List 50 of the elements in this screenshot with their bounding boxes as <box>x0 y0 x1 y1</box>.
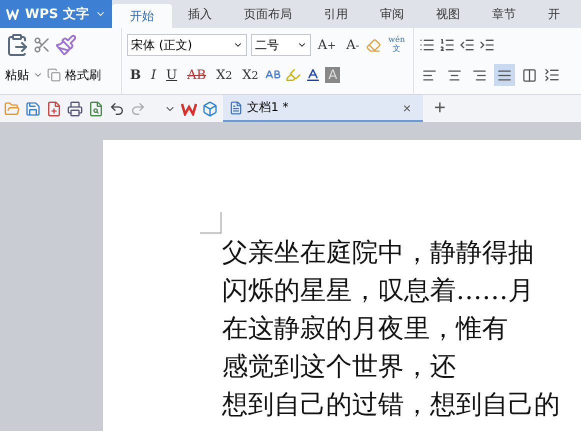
scissors-icon[interactable] <box>33 36 51 54</box>
printer-icon[interactable] <box>67 100 83 116</box>
margin-corner-mark <box>200 212 222 234</box>
ribbon-tab[interactable]: 开始 <box>112 4 172 28</box>
text-style-button[interactable]: AB <box>184 64 210 86</box>
pinyin-button[interactable]: wén 文 <box>385 34 408 56</box>
font-select[interactable]: 宋体 (正文) <box>127 34 247 56</box>
font-size-select[interactable]: 二号 <box>250 34 311 56</box>
paste-button[interactable]: 粘贴 <box>5 66 29 84</box>
undo-icon[interactable] <box>109 100 125 116</box>
w-logo-icon[interactable] <box>181 102 197 116</box>
document-text-line: 想到自己的过错，想到自己的 <box>222 389 561 422</box>
align-justify-icon <box>497 68 512 82</box>
copy-icon[interactable] <box>47 68 61 82</box>
increase-indent-icon[interactable] <box>479 37 495 53</box>
text-style-button[interactable]: I <box>148 64 160 86</box>
document-text-line: 闪烁的星星，叹息着……月 <box>222 275 535 308</box>
app-menu-button[interactable]: WPS 文字 <box>0 0 112 28</box>
paste-icon[interactable] <box>5 33 29 57</box>
document-text-line: 在这静寂的月夜里，惟有 <box>222 313 509 346</box>
document-text-line: 感觉到这个世界，还 <box>222 351 457 384</box>
font-color-icon[interactable] <box>305 67 322 83</box>
ribbon-tab[interactable]: 章节 <box>476 0 532 28</box>
text-style-button[interactable]: U <box>163 64 180 86</box>
ribbon-tab[interactable]: 开 <box>532 0 576 28</box>
document-icon <box>229 100 243 114</box>
paintbrush-icon[interactable] <box>55 34 77 56</box>
align-center-icon <box>447 68 462 82</box>
ribbon-tab[interactable]: 审阅 <box>364 0 420 28</box>
align-button[interactable] <box>494 64 515 86</box>
ribbon-tab[interactable]: 插入 <box>172 0 228 28</box>
numbered-list-icon[interactable] <box>439 37 455 53</box>
decrease-indent-icon[interactable] <box>459 37 475 53</box>
ribbon-tab[interactable]: 页面布局 <box>228 0 308 28</box>
document-tab[interactable]: 文档1 * × <box>223 95 423 122</box>
new-tab-button[interactable]: + <box>428 96 452 121</box>
format-painter-button[interactable]: 格式刷 <box>65 66 101 84</box>
ribbon-tab[interactable]: 视图 <box>420 0 476 28</box>
w-logo-icon <box>6 8 20 20</box>
align-left-icon <box>422 68 437 82</box>
bullet-list-icon[interactable] <box>419 37 435 53</box>
cube-icon[interactable] <box>202 100 218 116</box>
save-icon[interactable] <box>25 100 41 116</box>
align-right-icon <box>472 68 487 82</box>
document-text-line: 父亲坐在庭院中，静静得抽 <box>222 237 535 270</box>
close-tab-button[interactable]: × <box>396 98 417 116</box>
ribbon-tab[interactable]: 引用 <box>308 0 364 28</box>
new-file-icon[interactable] <box>46 100 62 116</box>
preview-icon[interactable] <box>88 100 104 116</box>
text-style-button[interactable]: B <box>127 64 144 86</box>
